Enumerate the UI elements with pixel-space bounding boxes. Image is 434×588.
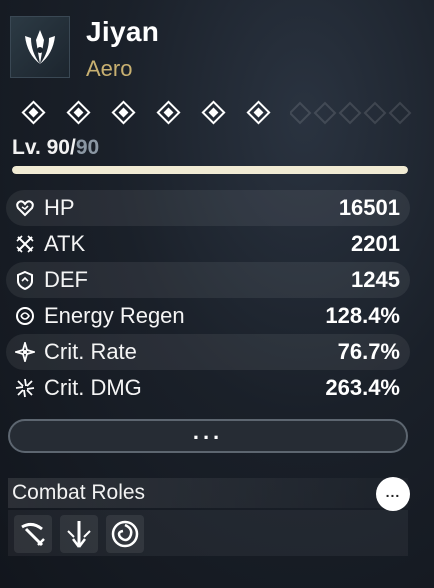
info-dots-label: ...	[385, 484, 401, 500]
star-icon	[66, 100, 91, 125]
stat-row-energy-regen: Energy Regen 128.4%	[6, 298, 410, 334]
stat-name: HP	[44, 195, 75, 220]
aero-element-icon	[10, 16, 70, 78]
crit-dmg-icon	[14, 377, 36, 399]
combat-roles-info-button[interactable]: ...	[376, 477, 410, 511]
level-max: 90	[75, 136, 100, 159]
character-element: Aero	[86, 56, 133, 81]
stat-row-hp: HP 16501	[6, 190, 410, 226]
decorative-pattern-icon	[290, 101, 412, 125]
more-details-button[interactable]: ...	[8, 419, 408, 453]
stat-value: 76.7%	[337, 339, 400, 364]
level-current: Lv. 90/	[12, 136, 76, 159]
stats-list: HP 16501 ATK 2201 DEF 1245 Energy Regen …	[6, 190, 410, 406]
energy-regen-icon	[14, 305, 36, 327]
level-progress-bar	[12, 166, 408, 174]
hp-icon	[14, 197, 36, 219]
level-progress-fill	[12, 166, 408, 174]
character-header: Jiyan Aero	[10, 16, 420, 86]
combat-roles-header: Combat Roles	[8, 478, 408, 508]
stat-value: 16501	[338, 195, 400, 220]
stat-row-def: DEF 1245	[6, 262, 410, 298]
sword-slash-icon[interactable]	[14, 515, 52, 553]
character-name: Jiyan	[86, 16, 160, 47]
stat-name: Crit. DMG	[44, 375, 142, 400]
star-icon	[246, 100, 271, 125]
star-icon	[156, 100, 181, 125]
star-icon	[111, 100, 136, 125]
level-indicator: Lv. 90/90	[12, 136, 99, 160]
stat-row-atk: ATK 2201	[6, 226, 410, 262]
stat-value: 1245	[351, 267, 400, 292]
stat-name: DEF	[44, 267, 88, 292]
star-icon	[201, 100, 226, 125]
stat-name: Crit. Rate	[44, 339, 137, 364]
atk-icon	[14, 233, 36, 255]
star-icon	[21, 100, 46, 125]
stat-name: ATK	[44, 231, 86, 256]
vortex-icon[interactable]	[106, 515, 144, 553]
downward-strike-icon[interactable]	[60, 515, 98, 553]
stat-row-crit-rate: Crit. Rate 76.7%	[6, 334, 410, 370]
stat-name: Energy Regen	[44, 303, 185, 328]
stat-row-crit-dmg: Crit. DMG 263.4%	[6, 370, 410, 406]
stat-value: 128.4%	[325, 303, 400, 328]
stat-value: 263.4%	[325, 375, 400, 400]
def-icon	[14, 269, 36, 291]
combat-roles-title: Combat Roles	[12, 481, 146, 504]
crit-rate-icon	[14, 341, 36, 363]
stat-value: 2201	[351, 231, 400, 256]
star-rating	[20, 100, 420, 126]
more-dots-label: ...	[192, 419, 224, 444]
